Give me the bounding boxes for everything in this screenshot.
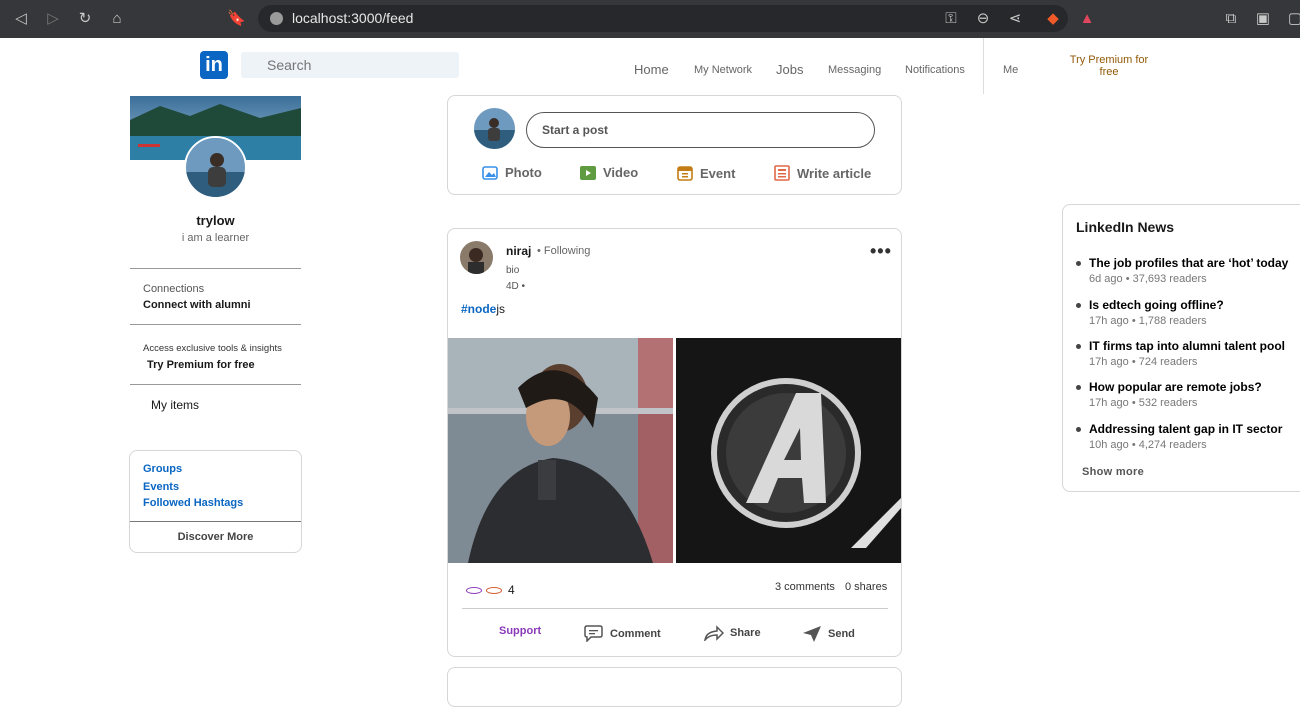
reaction-icons[interactable]: 4 <box>466 583 515 597</box>
followed-hashtags-link[interactable]: Followed Hashtags <box>143 497 243 509</box>
comment-button[interactable]: Comment <box>583 625 661 642</box>
linkedin-logo[interactable]: in <box>200 51 228 79</box>
news-meta: 6d ago • 37,693 readers <box>1089 273 1207 285</box>
search-input[interactable] <box>241 52 459 78</box>
feed-post-next <box>447 667 902 707</box>
post-image-portrait[interactable] <box>448 338 673 563</box>
back-icon[interactable]: ◁ <box>12 10 30 28</box>
discover-more-button[interactable]: Discover More <box>130 531 301 543</box>
wallet-icon[interactable]: ▢ <box>1286 10 1300 28</box>
comments-count[interactable]: 3 comments <box>775 581 835 593</box>
divider <box>130 384 301 385</box>
post-text: #nodejs <box>461 302 506 316</box>
write-article-button[interactable]: Write article <box>774 165 871 181</box>
groups-link[interactable]: Groups <box>143 463 182 475</box>
author-bio: bio <box>506 265 520 276</box>
my-items-link[interactable]: My items <box>151 398 199 412</box>
share-button[interactable]: Share <box>704 625 761 641</box>
nav-divider <box>983 38 984 94</box>
share-arrow-icon <box>704 625 724 641</box>
reload-icon[interactable]: ↻ <box>76 10 94 28</box>
connections-label: Connections <box>143 283 205 295</box>
reaction-count: 4 <box>508 583 515 597</box>
news-meta: 10h ago • 4,274 readers <box>1089 439 1207 451</box>
article-icon <box>774 165 790 181</box>
start-post-input[interactable]: Start a post <box>526 112 875 148</box>
profile-card: trylow i am a learner Connections Connec… <box>130 96 301 426</box>
video-icon <box>580 165 596 180</box>
profile-avatar[interactable] <box>184 136 247 199</box>
divider <box>130 521 301 522</box>
news-meta: 17h ago • 1,788 readers <box>1089 315 1207 327</box>
support-reaction-icon <box>466 586 482 594</box>
news-headline[interactable]: Is edtech going offline? <box>1089 298 1224 312</box>
nav-notifications[interactable]: Notifications <box>905 38 965 95</box>
community-card: Groups Events Followed Hashtags Discover… <box>129 450 302 553</box>
nav-my-network[interactable]: My Network <box>694 38 752 95</box>
extensions-icon[interactable]: ⧉ <box>1222 10 1240 28</box>
support-button[interactable]: Support <box>499 625 541 637</box>
share-icon[interactable]: ⋖ <box>1006 10 1024 28</box>
news-title: LinkedIn News <box>1076 219 1175 235</box>
browser-toolbar: ◁ ▷ ↻ ⌂ 🔖 localhost:3000/feed ⚿ ⊖ ⋖ ◆ ▲ … <box>0 0 1300 38</box>
profile-bio: i am a learner <box>181 232 250 244</box>
bookmark-icon[interactable]: 🔖 <box>227 10 246 28</box>
news-headline[interactable]: IT firms tap into alumni talent pool <box>1089 339 1285 353</box>
feed-post: niraj • Following bio 4D • ••• #nodejs 4… <box>447 228 902 657</box>
site-info-icon[interactable] <box>270 12 283 25</box>
post-composer: Start a post Photo Video Event Write art… <box>447 95 902 195</box>
comment-icon <box>584 625 603 642</box>
divider <box>130 324 301 325</box>
video-button[interactable]: Video <box>580 165 638 180</box>
nav-messaging[interactable]: Messaging <box>828 38 881 95</box>
premium-note: Access exclusive tools & insights <box>143 343 282 354</box>
forward-icon[interactable]: ▷ <box>44 10 62 28</box>
nav-jobs[interactable]: Jobs <box>776 38 803 95</box>
news-headline[interactable]: Addressing talent gap in IT sector <box>1089 422 1282 436</box>
linkedin-news-card: LinkedIn News The job profiles that are … <box>1062 204 1300 492</box>
more-options-icon[interactable]: ••• <box>870 241 892 262</box>
start-post-placeholder: Start a post <box>542 123 609 137</box>
brave-shield-icon[interactable]: ◆ <box>1044 10 1062 28</box>
hashtag-link[interactable]: #node <box>461 302 496 316</box>
divider <box>462 608 888 609</box>
event-button[interactable]: Event <box>677 165 735 181</box>
nav-me[interactable]: Me <box>1003 38 1018 95</box>
photo-button[interactable]: Photo <box>482 165 542 180</box>
site-header: in Home My Network Jobs Messaging Notifi… <box>0 38 1300 95</box>
post-image-logo[interactable] <box>676 338 901 563</box>
composer-avatar[interactable] <box>474 108 515 149</box>
premium-button[interactable]: Try Premium for free <box>147 359 255 371</box>
url-text[interactable]: localhost:3000/feed <box>292 10 413 26</box>
home-icon[interactable]: ⌂ <box>108 10 126 28</box>
author-name[interactable]: niraj <box>506 244 531 258</box>
post-time: 4D • <box>506 281 526 292</box>
shares-count[interactable]: 0 shares <box>845 581 887 593</box>
following-status: • Following <box>537 245 591 257</box>
rewards-icon[interactable]: ▲ <box>1078 10 1096 28</box>
author-avatar[interactable] <box>460 241 493 274</box>
news-headline[interactable]: How popular are remote jobs? <box>1089 380 1262 394</box>
events-link[interactable]: Events <box>143 481 179 493</box>
show-more-button[interactable]: Show more <box>1082 466 1144 478</box>
news-meta: 17h ago • 532 readers <box>1089 397 1198 409</box>
premium-link[interactable]: Try Premium for free <box>1064 54 1154 78</box>
zoom-icon[interactable]: ⊖ <box>974 10 992 28</box>
connect-alumni-link[interactable]: Connect with alumni <box>143 299 251 311</box>
news-headline[interactable]: The job profiles that are ‘hot’ today <box>1089 256 1288 270</box>
send-icon <box>803 626 821 642</box>
nav-home[interactable]: Home <box>634 38 669 95</box>
send-button[interactable]: Send <box>802 625 855 643</box>
photo-icon <box>482 165 498 180</box>
news-meta: 17h ago • 724 readers <box>1089 356 1198 368</box>
calendar-icon <box>677 166 693 181</box>
divider <box>130 268 301 269</box>
celebrate-reaction-icon <box>486 586 502 594</box>
sidebar-icon[interactable]: ▣ <box>1254 10 1272 28</box>
profile-name[interactable]: trylow <box>130 213 301 228</box>
key-icon[interactable]: ⚿ <box>942 10 960 28</box>
